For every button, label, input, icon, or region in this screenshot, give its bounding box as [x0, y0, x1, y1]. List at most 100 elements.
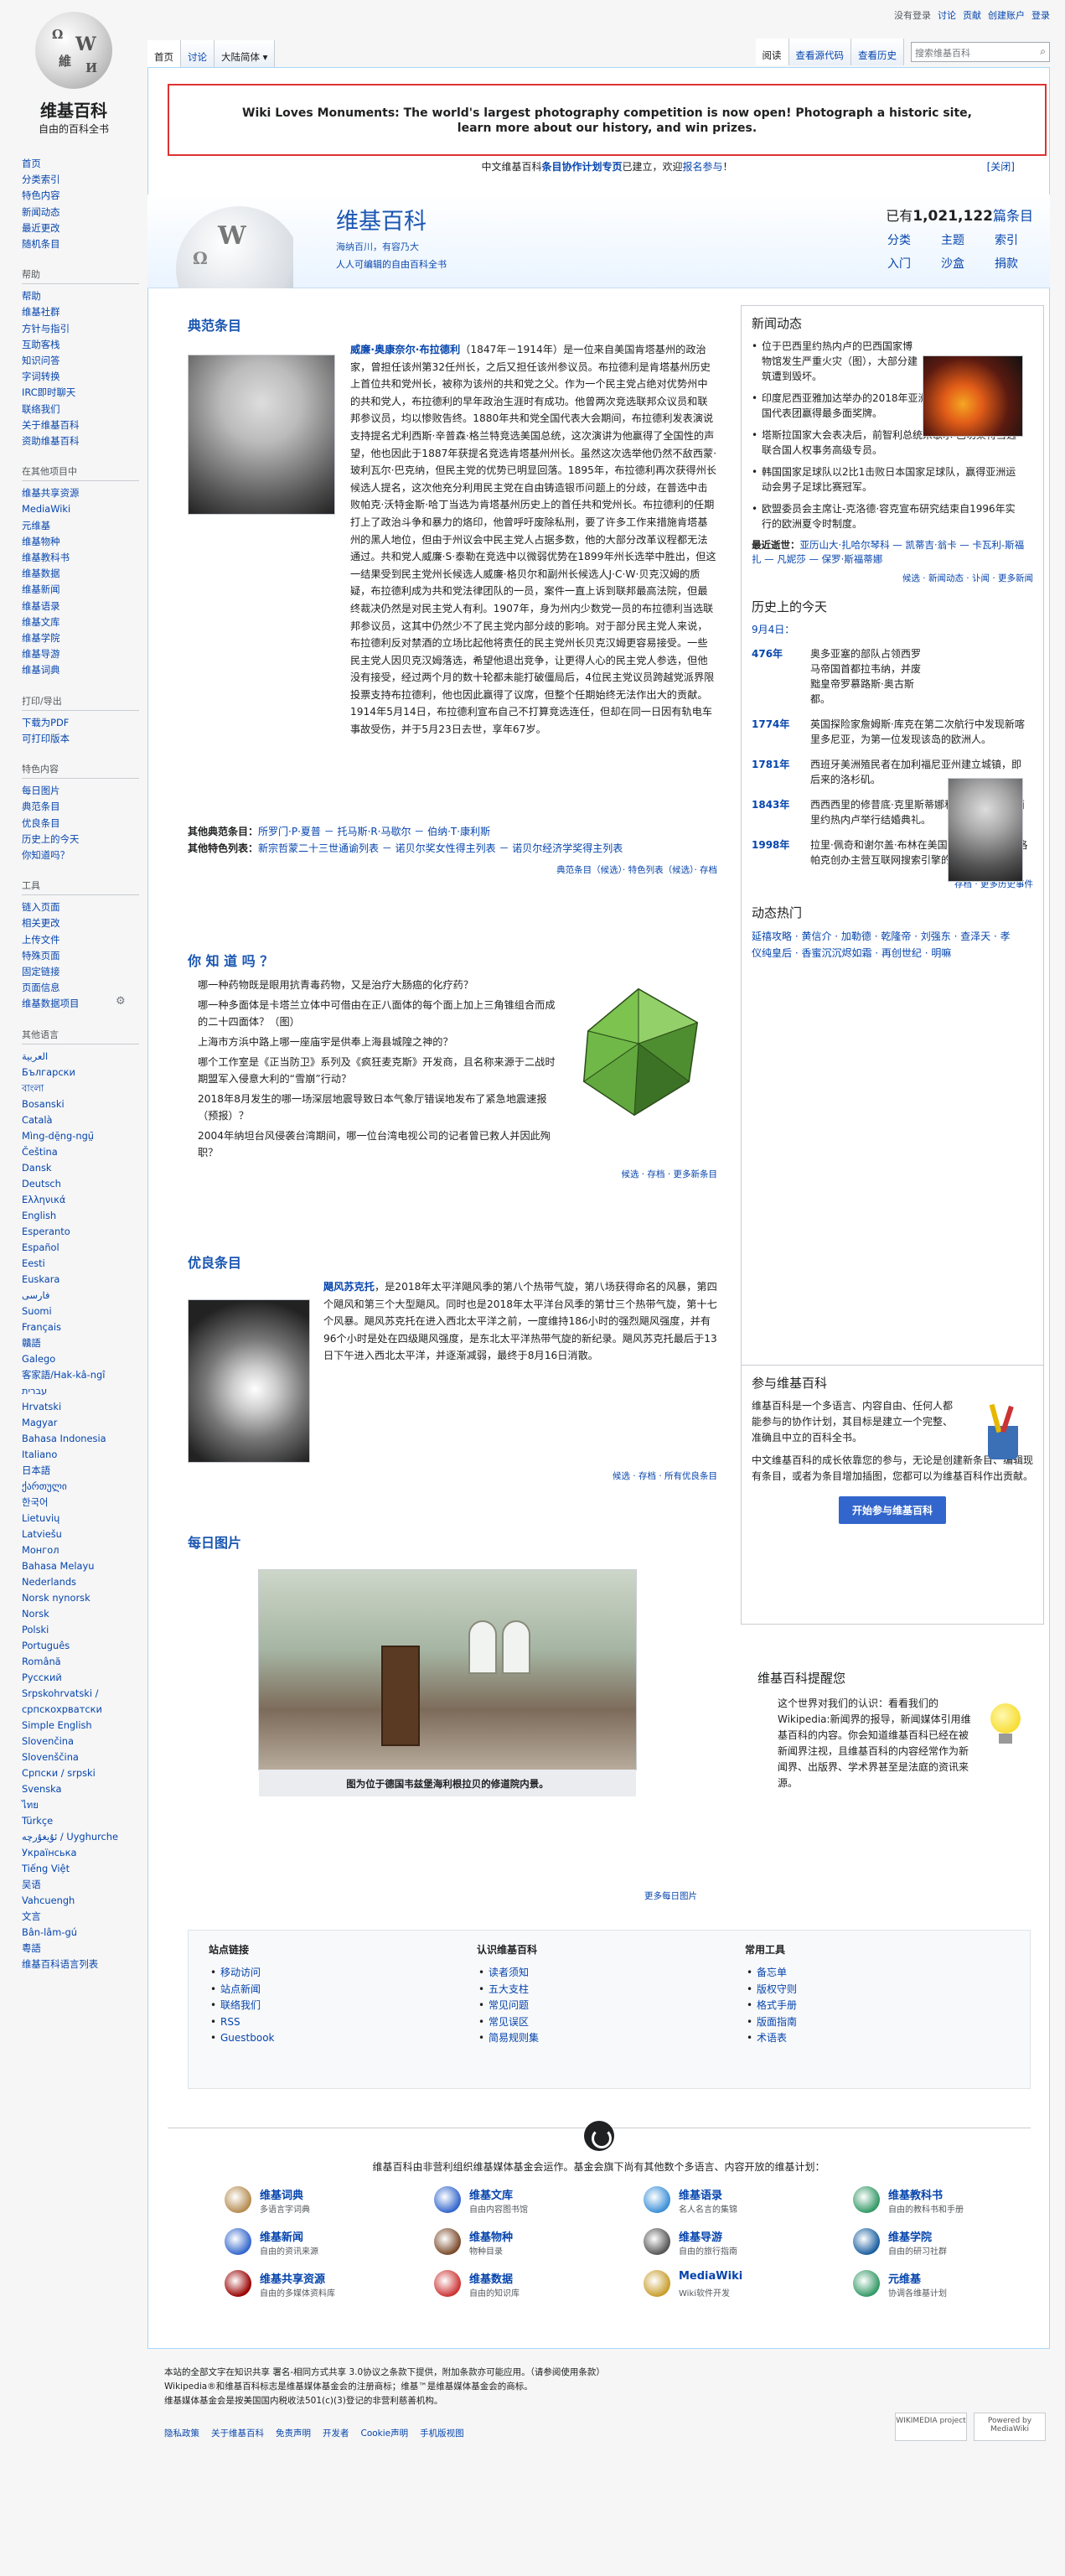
sister-project[interactable]: 维基数据 自由的知识库: [434, 2268, 623, 2300]
nav-topics[interactable]: 主题: [926, 231, 980, 248]
sister-project-name[interactable]: 维基数据: [469, 2270, 513, 2286]
otd-year[interactable]: 1998年: [752, 837, 810, 868]
sister-project-name[interactable]: 维基文库: [469, 2186, 513, 2202]
sidebar-item-language-link[interactable]: ไทย: [22, 1799, 39, 1811]
sidebar-item-language-link[interactable]: עברית: [22, 1385, 47, 1397]
portal-link-text[interactable]: 备忘单: [757, 1967, 787, 1978]
otd-year[interactable]: 1781年: [752, 757, 810, 787]
sidebar-item-language-link[interactable]: Bân-lâm-gú: [22, 1926, 77, 1938]
search-input[interactable]: 搜索维基百科 ⌕: [911, 42, 1050, 62]
sidebar-item-project-link[interactable]: 维基共享资源: [22, 487, 79, 499]
featured-title-link[interactable]: 威廉·奥康奈尔·布拉德利: [350, 344, 460, 355]
potd-more-link[interactable]: 更多每日图片: [644, 1891, 697, 1901]
portal-link-text[interactable]: 移动访问: [220, 1967, 261, 1978]
login-link[interactable]: 登录: [1031, 8, 1050, 22]
portal-link-text[interactable]: RSS: [220, 2016, 240, 2028]
portal-link-text[interactable]: Guestbook: [220, 2032, 275, 2044]
sidebar-item-print-link[interactable]: 可打印版本: [22, 733, 70, 744]
footer-link[interactable]: Cookie声明: [361, 2427, 409, 2441]
featured-recent-links[interactable]: 所罗门·P·夏普 － 托马斯·R·马歇尔 － 伯纳·T·康利斯: [258, 826, 490, 837]
nav-intro[interactable]: 入门: [872, 255, 926, 272]
sidebar-item-help-link[interactable]: IRC即时聊天: [22, 386, 75, 398]
sidebar-item-language-link[interactable]: Română: [22, 1656, 61, 1667]
itn-more-links[interactable]: 候选 · 新闻动态 · 讣闻 · 更多新闻: [902, 573, 1033, 583]
sidebar-item-special-link[interactable]: 典范条目: [22, 801, 60, 812]
sidebar-item-project-link[interactable]: 维基导游: [22, 648, 60, 660]
sidebar-item-language-link[interactable]: Hrvatski: [22, 1401, 61, 1412]
sidebar-item-tool-link[interactable]: 特殊页面: [22, 950, 60, 961]
sister-project[interactable]: 维基物种 物种目录: [434, 2226, 623, 2258]
sidebar-item-language-link[interactable]: Norsk: [22, 1608, 49, 1620]
sidebar-item-language-link[interactable]: Ελληνικά: [22, 1194, 65, 1205]
welcome-subtitle-2[interactable]: 人人可编辑的自由百科全书: [336, 257, 447, 271]
sidebar-item-help-link[interactable]: 联络我们: [22, 403, 60, 415]
portal-link-text[interactable]: 版权守则: [757, 1983, 797, 1995]
sister-project[interactable]: 维基词典 多语言字词典: [225, 2185, 413, 2216]
sister-project-name[interactable]: 维基教科书: [888, 2186, 943, 2202]
sitenotice-close-button[interactable]: [关闭]: [987, 159, 1015, 174]
sidebar-item-language-link[interactable]: Mìng-dĕ̤ng-ngṳ̄: [22, 1130, 94, 1142]
sister-project[interactable]: MediaWiki Wiki软件开发: [644, 2268, 832, 2300]
sister-project-name[interactable]: 维基物种: [469, 2228, 513, 2244]
gear-icon[interactable]: ⚙: [116, 995, 126, 1008]
sidebar-item-language-link[interactable]: Bosanski: [22, 1098, 65, 1110]
portal-link-text[interactable]: 联络我们: [220, 1999, 261, 2011]
sidebar-item-language-link[interactable]: Français: [22, 1321, 61, 1333]
sidebar-item-help-link[interactable]: 关于维基百科: [22, 419, 79, 431]
hurricane-satellite-image[interactable]: [188, 1299, 310, 1463]
tab-home[interactable]: 首页: [147, 40, 181, 67]
sidebar-item-language-link[interactable]: Svenska: [22, 1783, 62, 1795]
sidebar-item-random[interactable]: 随机条目: [22, 238, 60, 250]
sister-project[interactable]: 维基新闻 自由的资讯来源: [225, 2226, 413, 2258]
sister-project[interactable]: 维基文库 自由内容图书馆: [434, 2185, 623, 2216]
sidebar-item-help-link[interactable]: 方针与指引: [22, 323, 70, 334]
sidebar-item-language-link[interactable]: 文言: [22, 1910, 41, 1922]
featured-lists-links[interactable]: 新宗哲蒙二十三世通谕列表 － 诺贝尔奖女性得主列表 － 诺贝尔经济学奖得主列表: [258, 842, 623, 854]
sidebar-item-project-link[interactable]: 维基物种: [22, 536, 60, 547]
sidebar-item-featured[interactable]: 特色内容: [22, 189, 60, 201]
sidebar-item-help-link[interactable]: 互助客栈: [22, 339, 60, 350]
footer-link[interactable]: 关于维基百科: [211, 2427, 264, 2441]
article-count-link[interactable]: 篇条目: [993, 208, 1033, 224]
sidebar-item-special-link[interactable]: 历史上的今天: [22, 833, 79, 845]
sidebar-item-language-link[interactable]: বাংলা: [22, 1082, 44, 1094]
portal-link-text[interactable]: 常见问题: [489, 1999, 529, 2011]
sidebar-item-tool-link[interactable]: 链入页面: [22, 901, 60, 913]
sidebar-item-language-link[interactable]: Čeština: [22, 1146, 58, 1158]
sidebar-item-language-link[interactable]: Bahasa Melayu: [22, 1560, 94, 1572]
portal-link-text[interactable]: 简易规则集: [489, 2032, 539, 2044]
sidebar-item-tool-link[interactable]: 固定链接: [22, 966, 60, 977]
sidebar-item-project-link[interactable]: 维基新闻: [22, 583, 60, 595]
sister-project[interactable]: 维基语录 名人名言的集锦: [644, 2185, 832, 2216]
footer-link[interactable]: 隐私政策: [164, 2427, 199, 2441]
sidebar-item-language-link[interactable]: Tiếng Việt: [22, 1863, 70, 1874]
sister-project-name[interactable]: 维基共享资源: [260, 2270, 325, 2286]
sidebar-item-language-link[interactable]: Norsk nynorsk: [22, 1592, 90, 1604]
portal-link-text[interactable]: 常见误区: [489, 2016, 529, 2028]
variant-dropdown[interactable]: 大陆简体 ▾: [215, 40, 276, 67]
sidebar-item-recent-changes[interactable]: 最近更改: [22, 222, 60, 234]
sidebar-item-language-link[interactable]: Српски / srpski: [22, 1767, 96, 1779]
sitenotice-link-project[interactable]: 条目协作计划专页: [541, 161, 622, 173]
sidebar-item-language-link[interactable]: Eesti: [22, 1257, 45, 1269]
otd-year[interactable]: 1774年: [752, 717, 810, 747]
sidebar-item-tool-link[interactable]: 上传文件: [22, 934, 60, 946]
talk-link[interactable]: 讨论: [938, 8, 956, 22]
sister-project[interactable]: 维基共享资源 自由的多媒体资料库: [225, 2268, 413, 2300]
sidebar-item-print-link[interactable]: 下载为PDF: [22, 717, 69, 728]
nav-sandbox[interactable]: 沙盒: [926, 255, 980, 272]
sidebar-item-language-link[interactable]: Монгол: [22, 1544, 59, 1556]
sidebar-item-tool-link[interactable]: 维基数据项目: [22, 998, 79, 1009]
wikimedia-project-badge[interactable]: WIKIMEDIA project: [895, 2413, 967, 2441]
portal-link-text[interactable]: 版面指南: [757, 2016, 797, 2028]
sister-project-name[interactable]: 维基学院: [888, 2228, 932, 2244]
powered-by-mediawiki-badge[interactable]: Powered by MediaWiki: [974, 2413, 1046, 2441]
sidebar-item-language-link[interactable]: Български: [22, 1066, 75, 1078]
sidebar-item-language-link[interactable]: 日本語: [22, 1464, 50, 1476]
tab-read[interactable]: 阅读: [755, 39, 789, 65]
site-logo[interactable]: Ω W 維 И 维基百科 自由的百科全书: [23, 12, 124, 136]
sidebar-item-language-link[interactable]: 贛語: [22, 1337, 41, 1349]
sidebar-item-language-link[interactable]: Italiano: [22, 1449, 57, 1460]
sister-project-name[interactable]: MediaWiki: [679, 2270, 742, 2283]
sidebar-item-categories[interactable]: 分类索引: [22, 174, 60, 185]
